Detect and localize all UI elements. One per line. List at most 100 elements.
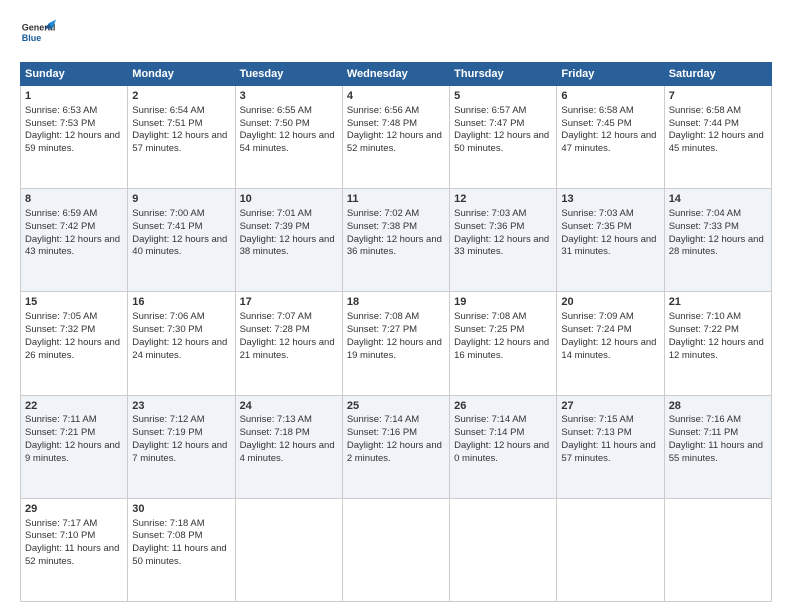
logo-icon: General Blue: [20, 16, 56, 52]
calendar-cell: 16Sunrise: 7:06 AMSunset: 7:30 PMDayligh…: [128, 292, 235, 395]
sunset-text: Sunset: 7:53 PM: [25, 118, 95, 129]
calendar-cell: 6Sunrise: 6:58 AMSunset: 7:45 PMDaylight…: [557, 86, 664, 189]
sunrise-text: Sunrise: 7:02 AM: [347, 208, 419, 219]
calendar-cell: 11Sunrise: 7:02 AMSunset: 7:38 PMDayligh…: [342, 189, 449, 292]
day-number: 14: [669, 192, 767, 207]
calendar-cell: 28Sunrise: 7:16 AMSunset: 7:11 PMDayligh…: [664, 395, 771, 498]
sunset-text: Sunset: 7:28 PM: [240, 324, 310, 335]
calendar-cell: [235, 498, 342, 601]
sunset-text: Sunset: 7:45 PM: [561, 118, 631, 129]
daylight-text: Daylight: 12 hours and 33 minutes.: [454, 234, 549, 258]
sunrise-text: Sunrise: 7:17 AM: [25, 518, 97, 529]
day-number: 23: [132, 399, 230, 414]
sunrise-text: Sunrise: 7:18 AM: [132, 518, 204, 529]
sunrise-text: Sunrise: 7:08 AM: [347, 311, 419, 322]
calendar-cell: 25Sunrise: 7:14 AMSunset: 7:16 PMDayligh…: [342, 395, 449, 498]
sunrise-text: Sunrise: 6:54 AM: [132, 105, 204, 116]
daylight-text: Daylight: 12 hours and 31 minutes.: [561, 234, 656, 258]
sunrise-text: Sunrise: 7:00 AM: [132, 208, 204, 219]
sunset-text: Sunset: 7:47 PM: [454, 118, 524, 129]
sunset-text: Sunset: 7:10 PM: [25, 530, 95, 541]
sunset-text: Sunset: 7:39 PM: [240, 221, 310, 232]
svg-text:Blue: Blue: [22, 33, 42, 43]
calendar-cell: 10Sunrise: 7:01 AMSunset: 7:39 PMDayligh…: [235, 189, 342, 292]
calendar-cell: 21Sunrise: 7:10 AMSunset: 7:22 PMDayligh…: [664, 292, 771, 395]
day-number: 3: [240, 89, 338, 104]
daylight-text: Daylight: 12 hours and 26 minutes.: [25, 337, 120, 361]
daylight-text: Daylight: 11 hours and 57 minutes.: [561, 440, 655, 464]
day-number: 29: [25, 502, 123, 517]
daylight-text: Daylight: 12 hours and 43 minutes.: [25, 234, 120, 258]
day-header-wednesday: Wednesday: [342, 63, 449, 86]
calendar-cell: 19Sunrise: 7:08 AMSunset: 7:25 PMDayligh…: [450, 292, 557, 395]
sunrise-text: Sunrise: 7:09 AM: [561, 311, 633, 322]
sunrise-text: Sunrise: 6:58 AM: [669, 105, 741, 116]
calendar-cell: 1Sunrise: 6:53 AMSunset: 7:53 PMDaylight…: [21, 86, 128, 189]
sunrise-text: Sunrise: 7:01 AM: [240, 208, 312, 219]
daylight-text: Daylight: 12 hours and 52 minutes.: [347, 130, 442, 154]
sunset-text: Sunset: 7:13 PM: [561, 427, 631, 438]
daylight-text: Daylight: 12 hours and 21 minutes.: [240, 337, 335, 361]
sunset-text: Sunset: 7:30 PM: [132, 324, 202, 335]
sunrise-text: Sunrise: 7:04 AM: [669, 208, 741, 219]
calendar-cell: 29Sunrise: 7:17 AMSunset: 7:10 PMDayligh…: [21, 498, 128, 601]
sunset-text: Sunset: 7:32 PM: [25, 324, 95, 335]
day-header-thursday: Thursday: [450, 63, 557, 86]
sunset-text: Sunset: 7:36 PM: [454, 221, 524, 232]
daylight-text: Daylight: 12 hours and 38 minutes.: [240, 234, 335, 258]
sunset-text: Sunset: 7:19 PM: [132, 427, 202, 438]
daylight-text: Daylight: 12 hours and 19 minutes.: [347, 337, 442, 361]
sunset-text: Sunset: 7:16 PM: [347, 427, 417, 438]
header: General Blue: [20, 16, 772, 52]
sunset-text: Sunset: 7:42 PM: [25, 221, 95, 232]
daylight-text: Daylight: 12 hours and 14 minutes.: [561, 337, 656, 361]
day-number: 9: [132, 192, 230, 207]
sunset-text: Sunset: 7:38 PM: [347, 221, 417, 232]
day-number: 28: [669, 399, 767, 414]
daylight-text: Daylight: 12 hours and 54 minutes.: [240, 130, 335, 154]
sunset-text: Sunset: 7:48 PM: [347, 118, 417, 129]
sunrise-text: Sunrise: 7:16 AM: [669, 414, 741, 425]
daylight-text: Daylight: 11 hours and 55 minutes.: [669, 440, 763, 464]
day-number: 4: [347, 89, 445, 104]
sunset-text: Sunset: 7:44 PM: [669, 118, 739, 129]
sunrise-text: Sunrise: 7:10 AM: [669, 311, 741, 322]
sunset-text: Sunset: 7:33 PM: [669, 221, 739, 232]
day-header-sunday: Sunday: [21, 63, 128, 86]
calendar-cell: 26Sunrise: 7:14 AMSunset: 7:14 PMDayligh…: [450, 395, 557, 498]
calendar-cell: 3Sunrise: 6:55 AMSunset: 7:50 PMDaylight…: [235, 86, 342, 189]
day-number: 12: [454, 192, 552, 207]
calendar-cell: 18Sunrise: 7:08 AMSunset: 7:27 PMDayligh…: [342, 292, 449, 395]
daylight-text: Daylight: 12 hours and 7 minutes.: [132, 440, 227, 464]
day-number: 6: [561, 89, 659, 104]
sunrise-text: Sunrise: 6:59 AM: [25, 208, 97, 219]
sunset-text: Sunset: 7:14 PM: [454, 427, 524, 438]
sunset-text: Sunset: 7:08 PM: [132, 530, 202, 541]
sunrise-text: Sunrise: 7:14 AM: [454, 414, 526, 425]
sunset-text: Sunset: 7:18 PM: [240, 427, 310, 438]
sunset-text: Sunset: 7:27 PM: [347, 324, 417, 335]
calendar-table: SundayMondayTuesdayWednesdayThursdayFrid…: [20, 62, 772, 602]
daylight-text: Daylight: 12 hours and 50 minutes.: [454, 130, 549, 154]
calendar-cell: [557, 498, 664, 601]
day-number: 11: [347, 192, 445, 207]
calendar-cell: 8Sunrise: 6:59 AMSunset: 7:42 PMDaylight…: [21, 189, 128, 292]
calendar-header-row: SundayMondayTuesdayWednesdayThursdayFrid…: [21, 63, 772, 86]
sunset-text: Sunset: 7:25 PM: [454, 324, 524, 335]
sunrise-text: Sunrise: 7:08 AM: [454, 311, 526, 322]
day-number: 22: [25, 399, 123, 414]
calendar-cell: 30Sunrise: 7:18 AMSunset: 7:08 PMDayligh…: [128, 498, 235, 601]
sunrise-text: Sunrise: 7:14 AM: [347, 414, 419, 425]
sunrise-text: Sunrise: 6:56 AM: [347, 105, 419, 116]
sunrise-text: Sunrise: 7:15 AM: [561, 414, 633, 425]
calendar-cell: 5Sunrise: 6:57 AMSunset: 7:47 PMDaylight…: [450, 86, 557, 189]
daylight-text: Daylight: 12 hours and 12 minutes.: [669, 337, 764, 361]
day-header-tuesday: Tuesday: [235, 63, 342, 86]
day-number: 19: [454, 295, 552, 310]
day-number: 21: [669, 295, 767, 310]
day-number: 25: [347, 399, 445, 414]
logo: General Blue: [20, 16, 56, 52]
sunrise-text: Sunrise: 7:06 AM: [132, 311, 204, 322]
day-number: 1: [25, 89, 123, 104]
calendar-cell: [342, 498, 449, 601]
